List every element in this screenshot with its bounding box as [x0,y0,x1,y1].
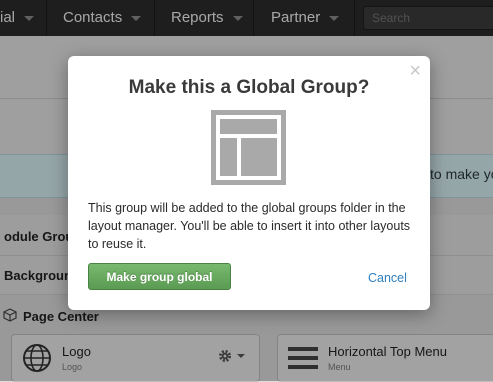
cancel-link[interactable]: Cancel [368,271,407,285]
layout-template-icon [211,110,286,185]
make-group-global-button[interactable]: Make group global [88,263,231,290]
global-group-dialog: × Make this a Global Group? This group w… [68,56,430,310]
dialog-title: Make this a Global Group? [128,77,370,98]
dialog-message: This group will be added to the global g… [88,201,411,251]
